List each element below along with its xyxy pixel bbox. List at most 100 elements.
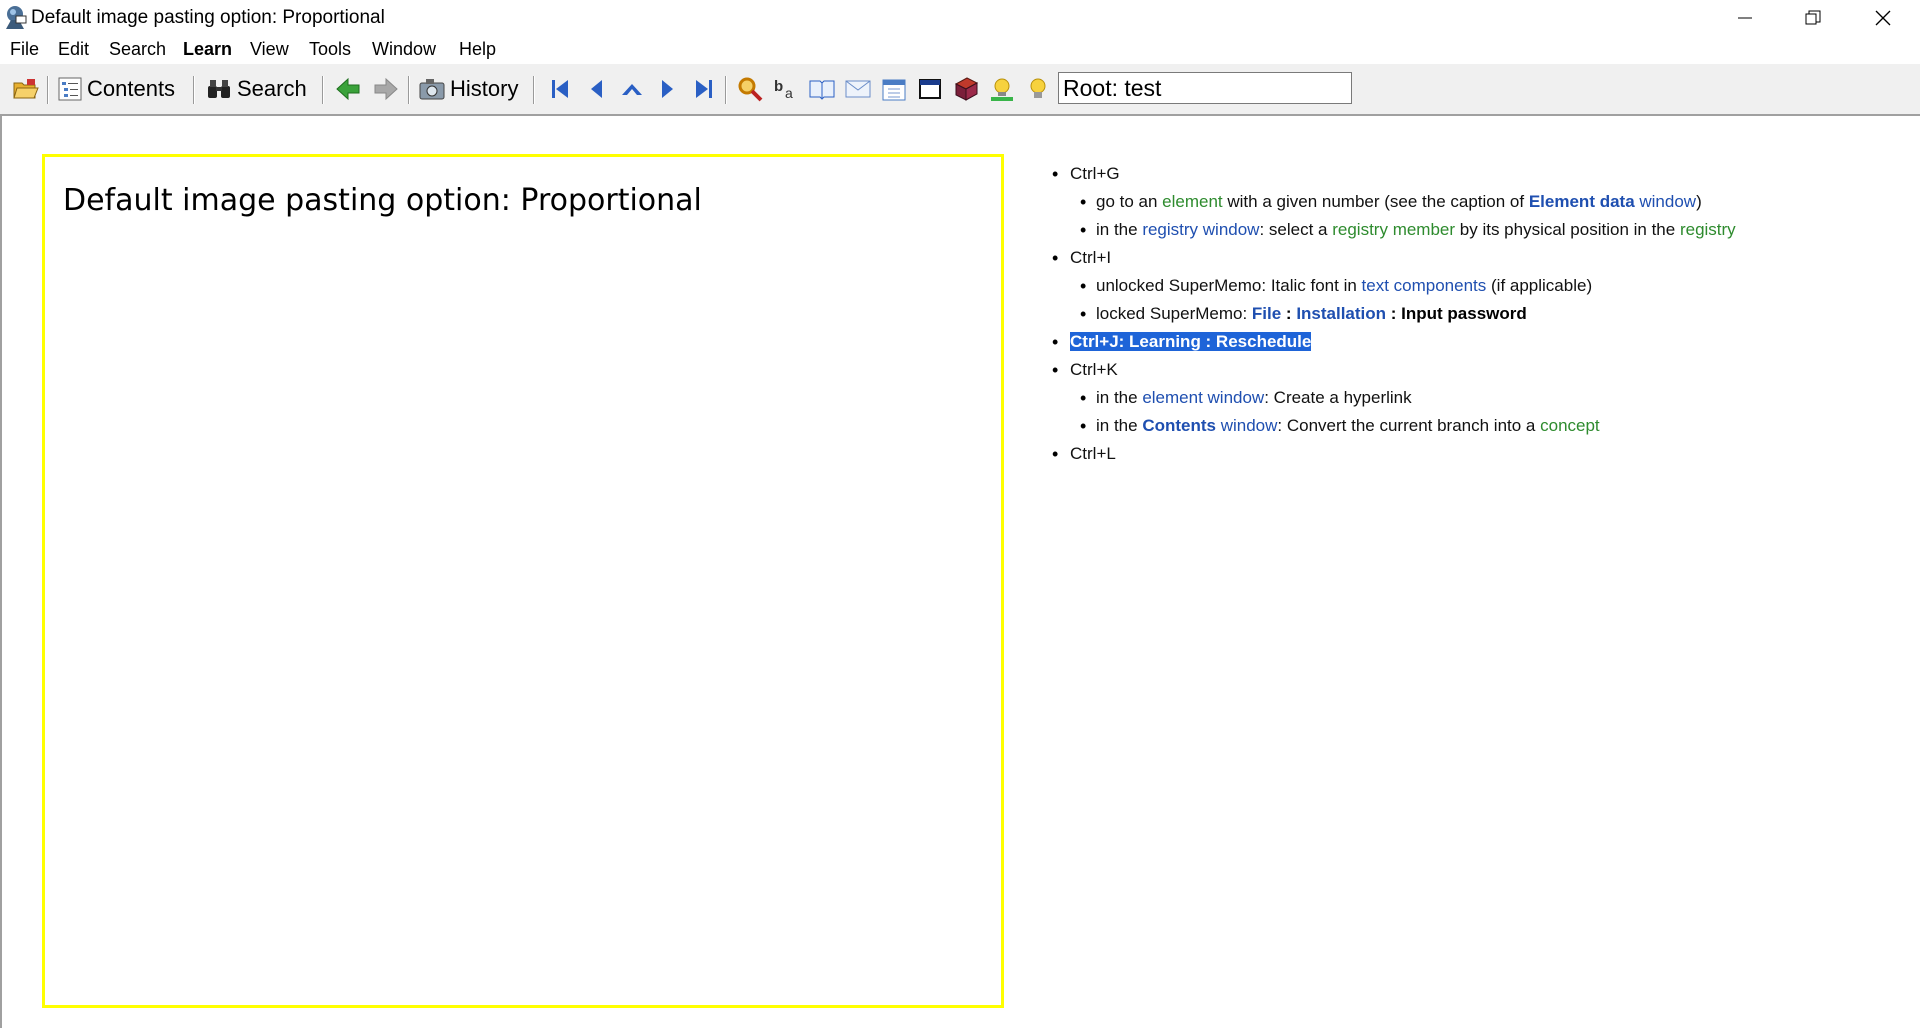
shortcut-key: Ctrl+L — [1070, 444, 1116, 463]
element-window: Default image pasting option: Proportion… — [0, 116, 1920, 1028]
link-element-window[interactable]: element window — [1142, 388, 1264, 407]
magnifier-icon — [738, 77, 763, 102]
search-button[interactable]: Search — [206, 72, 307, 106]
binoculars-icon — [208, 80, 230, 98]
minimize-button[interactable] — [1710, 0, 1780, 36]
list-item: Ctrl+J: Learning : Reschedule — [1052, 328, 1912, 356]
lightbulb-green-icon — [991, 78, 1013, 101]
link-window[interactable]: window — [1216, 416, 1278, 435]
ba-text-icon: ba — [774, 78, 793, 101]
list-item: Ctrl+K — [1052, 356, 1912, 384]
spell-pad-button[interactable]: ba — [772, 75, 800, 103]
menu-tools[interactable]: Tools — [309, 39, 351, 60]
selected-text[interactable]: Ctrl+J: Learning : Reschedule — [1070, 332, 1312, 351]
contents-icon — [58, 77, 82, 101]
list-item: in the element window: Create a hyperlin… — [1052, 384, 1912, 412]
next-icon — [662, 80, 673, 98]
menu-learn[interactable]: Learn — [183, 39, 232, 60]
link-window[interactable]: window — [1635, 192, 1696, 211]
idea-green-button[interactable] — [988, 75, 1016, 103]
forward-button[interactable] — [372, 75, 400, 103]
find-button[interactable] — [736, 75, 764, 103]
calendar-button[interactable] — [880, 75, 908, 103]
question-component[interactable]: Default image pasting option: Proportion… — [42, 154, 1004, 1008]
menu-search[interactable]: Search — [109, 39, 166, 60]
link-installation[interactable]: Installation — [1296, 304, 1386, 323]
list-item: Ctrl+G — [1052, 160, 1912, 188]
text: in the — [1096, 416, 1143, 435]
text: : select a — [1259, 220, 1333, 239]
link-element-data[interactable]: Element data — [1529, 192, 1635, 211]
first-element-button[interactable] — [546, 75, 574, 103]
previous-element-button[interactable] — [582, 75, 610, 103]
menu-view[interactable]: View — [250, 39, 289, 60]
previous-icon — [591, 80, 602, 98]
list-item: in the registry window: select a registr… — [1052, 216, 1912, 244]
skip-last-icon — [696, 80, 712, 98]
link-registry-member[interactable]: registry member — [1332, 220, 1455, 239]
root-branch-field[interactable]: Root: test — [1058, 72, 1352, 104]
book-button[interactable] — [808, 75, 836, 103]
shortcut-key: Ctrl+I — [1070, 248, 1112, 267]
skip-first-icon — [552, 80, 568, 98]
text: ) — [1696, 192, 1702, 211]
answer-component[interactable]: Ctrl+G go to an element with a given num… — [1052, 160, 1912, 468]
contents-button[interactable]: Contents — [58, 72, 175, 106]
next-element-button[interactable] — [654, 75, 682, 103]
mail-button[interactable] — [844, 75, 872, 103]
close-button[interactable] — [1848, 0, 1918, 36]
book-icon — [809, 80, 835, 100]
open-collection-button[interactable] — [12, 75, 40, 103]
link-registry-window[interactable]: registry window — [1142, 220, 1259, 239]
back-button[interactable] — [334, 75, 362, 103]
link-text-components[interactable]: text components — [1362, 276, 1487, 295]
last-element-button[interactable] — [690, 75, 718, 103]
folder-open-icon — [13, 79, 39, 99]
restore-icon — [1805, 10, 1821, 25]
toolbar-separator — [322, 76, 324, 104]
parent-element-button[interactable] — [618, 75, 646, 103]
books-icon — [954, 77, 979, 101]
text: with a given number (see the caption of — [1222, 192, 1529, 211]
title-bar: Default image pasting option: Proportion… — [0, 0, 1920, 36]
link-registry[interactable]: registry — [1680, 220, 1736, 239]
text: unlocked SuperMemo: Italic font in — [1096, 276, 1362, 295]
idea-button[interactable] — [1024, 75, 1052, 103]
text: : Input password — [1386, 304, 1527, 323]
lightbulb-icon — [1030, 78, 1046, 98]
arrow-right-icon — [374, 77, 398, 101]
menu-help[interactable]: Help — [459, 39, 496, 60]
window-button[interactable] — [916, 75, 944, 103]
shortcut-key: Ctrl+G — [1070, 164, 1120, 183]
link-file[interactable]: File — [1252, 304, 1281, 323]
text: : — [1281, 304, 1297, 323]
envelope-icon — [845, 80, 871, 98]
text: in the — [1096, 220, 1143, 239]
up-icon — [622, 84, 642, 95]
calendar-icon — [882, 79, 906, 101]
menu-file[interactable]: File — [10, 39, 39, 60]
menu-edit[interactable]: Edit — [58, 39, 89, 60]
link-element[interactable]: element — [1162, 192, 1222, 211]
restore-button[interactable] — [1778, 0, 1848, 36]
link-contents[interactable]: Contents — [1142, 416, 1216, 435]
contents-label: Contents — [87, 76, 176, 101]
toolbar-separator — [408, 76, 410, 104]
minimize-icon — [1738, 17, 1752, 19]
list-item: Ctrl+L — [1052, 440, 1912, 468]
text: go to an — [1096, 192, 1163, 211]
shortcut-key: Ctrl+K — [1070, 360, 1118, 379]
text: locked SuperMemo: — [1096, 304, 1252, 323]
window-title: Default image pasting option: Proportion… — [31, 7, 385, 28]
history-label: History — [450, 76, 519, 101]
camera-icon — [419, 79, 445, 100]
history-button[interactable]: History — [419, 72, 518, 106]
supermemo-app-icon[interactable] — [2, 4, 28, 30]
text: (if applicable) — [1486, 276, 1593, 295]
collection-button[interactable] — [952, 75, 980, 103]
toolbar-separator — [533, 76, 535, 104]
window-icon — [919, 79, 941, 99]
question-title: Default image pasting option: Proportion… — [63, 183, 702, 218]
menu-window[interactable]: Window — [372, 39, 436, 60]
link-concept[interactable]: concept — [1540, 416, 1600, 435]
